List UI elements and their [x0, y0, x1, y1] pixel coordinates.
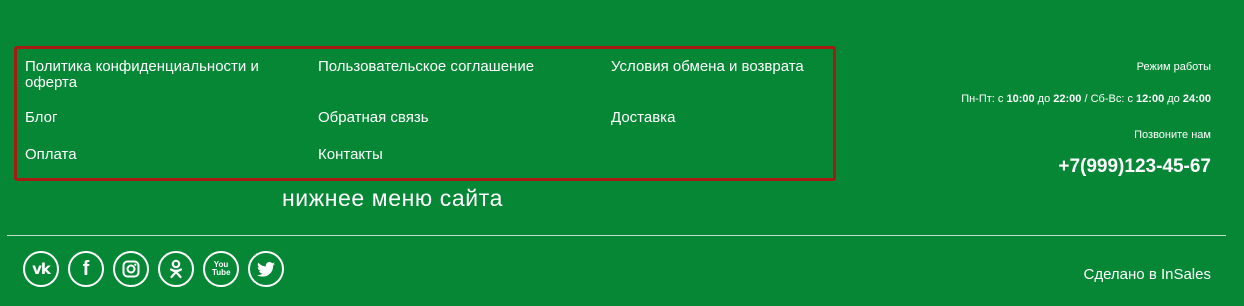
- facebook-icon[interactable]: f: [68, 251, 104, 287]
- footer-link-feedback[interactable]: Обратная связь: [318, 110, 429, 126]
- footer-link-contacts[interactable]: Контакты: [318, 147, 383, 163]
- footer-link-exchange-return[interactable]: Условия обмена и возврата: [611, 59, 804, 75]
- odnoklassniki-glyph: [169, 259, 183, 279]
- weekend-to: до: [1167, 93, 1180, 105]
- youtube-icon[interactable]: You Tube: [203, 251, 239, 287]
- insales-credit-link[interactable]: Сделано в InSales: [1084, 266, 1212, 283]
- weekdays-label: Пн-Пт:: [961, 93, 995, 105]
- weekdays-end: 22:00: [1053, 93, 1082, 105]
- footer-link-payment[interactable]: Оплата: [25, 147, 77, 163]
- hours-separator: /: [1084, 93, 1088, 105]
- weekend-label: Сб-Вс:: [1090, 93, 1125, 105]
- footer-link-user-agreement[interactable]: Пользовательское соглашение: [318, 59, 534, 75]
- youtube-icon-text: You Tube: [212, 260, 231, 277]
- call-us-label: Позвоните нам: [1134, 129, 1211, 141]
- footer-divider: [7, 235, 1226, 236]
- weekend-from: с: [1127, 93, 1133, 105]
- weekend-start: 12:00: [1136, 93, 1165, 105]
- working-hours-title: Режим работы: [1136, 61, 1211, 73]
- facebook-icon-text: f: [82, 257, 90, 280]
- weekend-end: 24:00: [1182, 93, 1211, 105]
- instagram-glyph: [122, 260, 140, 278]
- footer-link-delivery[interactable]: Доставка: [611, 110, 675, 126]
- footer-link-privacy-policy[interactable]: Политика конфиденциальности и оферта: [25, 59, 295, 91]
- footer-menu-caption: нижнее меню сайта: [282, 185, 503, 211]
- twitter-icon[interactable]: [248, 251, 284, 287]
- social-links: vk f You Tube: [23, 251, 284, 287]
- odnoklassniki-icon[interactable]: [158, 251, 194, 287]
- footer-link-blog[interactable]: Блог: [25, 110, 57, 126]
- phone-number[interactable]: +7(999)123-45-67: [1058, 156, 1211, 178]
- vk-icon[interactable]: vk: [23, 251, 59, 287]
- weekdays-from: с: [997, 93, 1004, 105]
- instagram-icon[interactable]: [113, 251, 149, 287]
- vk-icon-text: vk: [32, 260, 51, 278]
- working-hours: Пн-Пт: с 10:00 до 22:00 / Сб-Вс: с 12:00…: [961, 93, 1211, 105]
- twitter-glyph: [257, 261, 275, 277]
- weekdays-start: 10:00: [1006, 93, 1035, 105]
- weekdays-to: до: [1037, 93, 1051, 105]
